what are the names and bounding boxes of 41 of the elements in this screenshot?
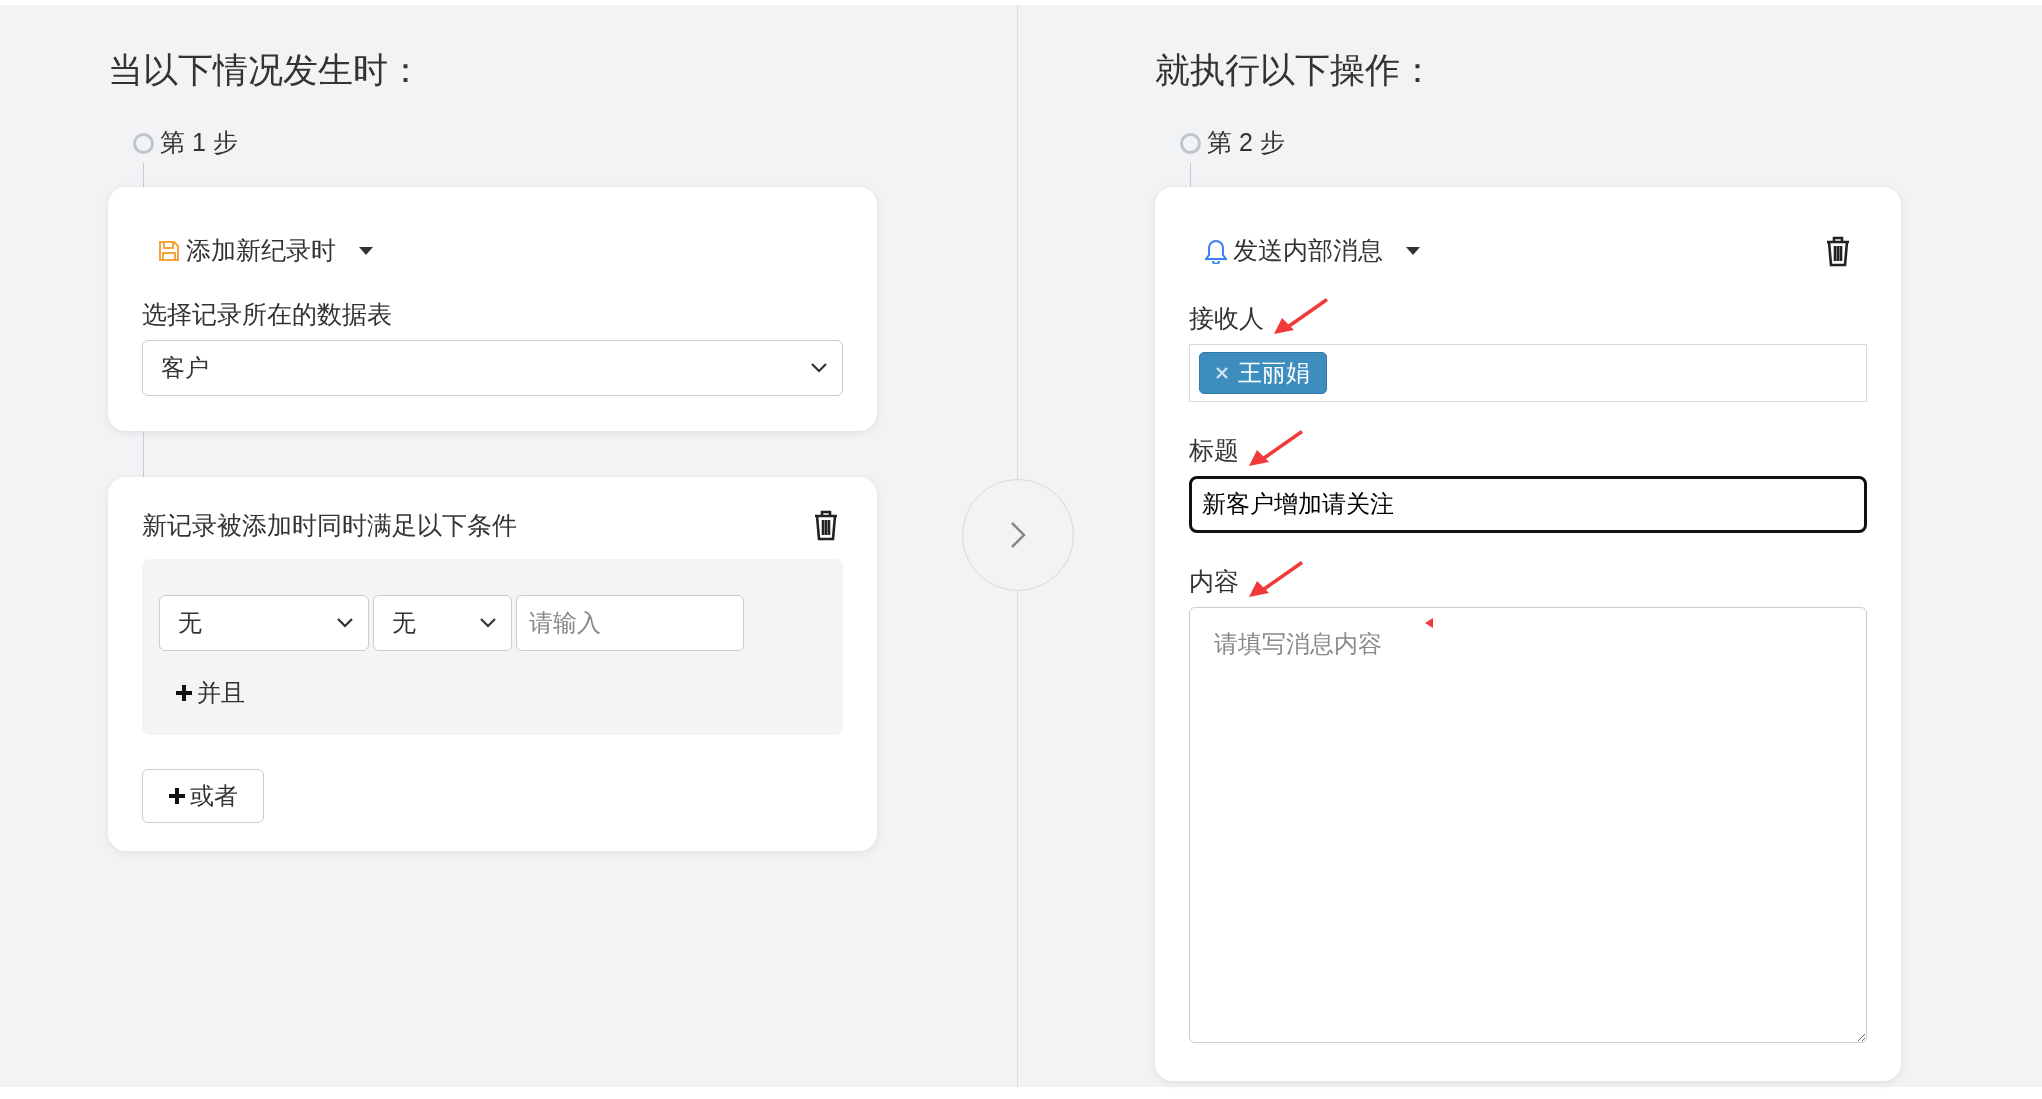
operator-select[interactable]: 无 — [373, 594, 512, 651]
card-title: 新记录被添加时同时满足以下条件 — [142, 509, 517, 541]
trash-icon — [813, 508, 839, 541]
chevron-down-icon — [479, 616, 497, 629]
close-icon[interactable] — [1216, 366, 1228, 379]
message-field[interactable]: 请填写消息内容 — [1189, 606, 1867, 1043]
chevron-down-icon — [810, 361, 828, 374]
plus-icon — [168, 786, 186, 805]
caret-down-icon — [1405, 245, 1421, 256]
step-marker — [133, 132, 154, 154]
chevron-right-icon — [1009, 520, 1027, 550]
annotation-mark — [1423, 616, 1435, 629]
field-label: 选择记录所在的数据表 — [142, 298, 393, 330]
caret-down-icon — [358, 245, 374, 256]
section-heading: 就执行以下操作： — [1155, 49, 1436, 91]
or-button[interactable]: 或者 — [142, 768, 264, 823]
recipient-tag[interactable]: 王丽娟 — [1199, 351, 1327, 394]
step-marker — [1180, 132, 1201, 154]
bell-icon — [1205, 237, 1227, 264]
recipient-field[interactable]: 王丽娟 — [1189, 343, 1867, 402]
field-label: 内容 — [1189, 565, 1239, 597]
chevron-down-icon — [336, 616, 354, 629]
step-label: 第 2 步 — [1207, 127, 1285, 159]
field-select[interactable]: 无 — [159, 594, 369, 651]
event-dropdown[interactable]: 发送内部消息 — [1205, 232, 1421, 270]
table-select[interactable]: 客户 — [142, 339, 843, 396]
annotation-arrow — [1247, 427, 1303, 468]
field-label: 标题 — [1189, 434, 1239, 466]
annotation-arrow — [1247, 558, 1303, 599]
field-label: 接收人 — [1189, 302, 1264, 334]
delete-button[interactable] — [813, 508, 839, 541]
delete-button[interactable] — [1825, 234, 1851, 267]
and-button[interactable]: 并且 — [175, 674, 245, 711]
section-heading: 当以下情况发生时： — [108, 49, 424, 91]
trash-icon — [1825, 234, 1851, 267]
title-field[interactable]: 新客户增加请关注 — [1189, 475, 1867, 533]
step-label: 第 1 步 — [160, 127, 238, 159]
value-field[interactable]: 请输入 — [516, 594, 744, 651]
annotation-arrow — [1272, 295, 1328, 336]
plus-icon — [175, 683, 193, 702]
event-dropdown[interactable]: 添加新纪录时 — [158, 232, 374, 270]
